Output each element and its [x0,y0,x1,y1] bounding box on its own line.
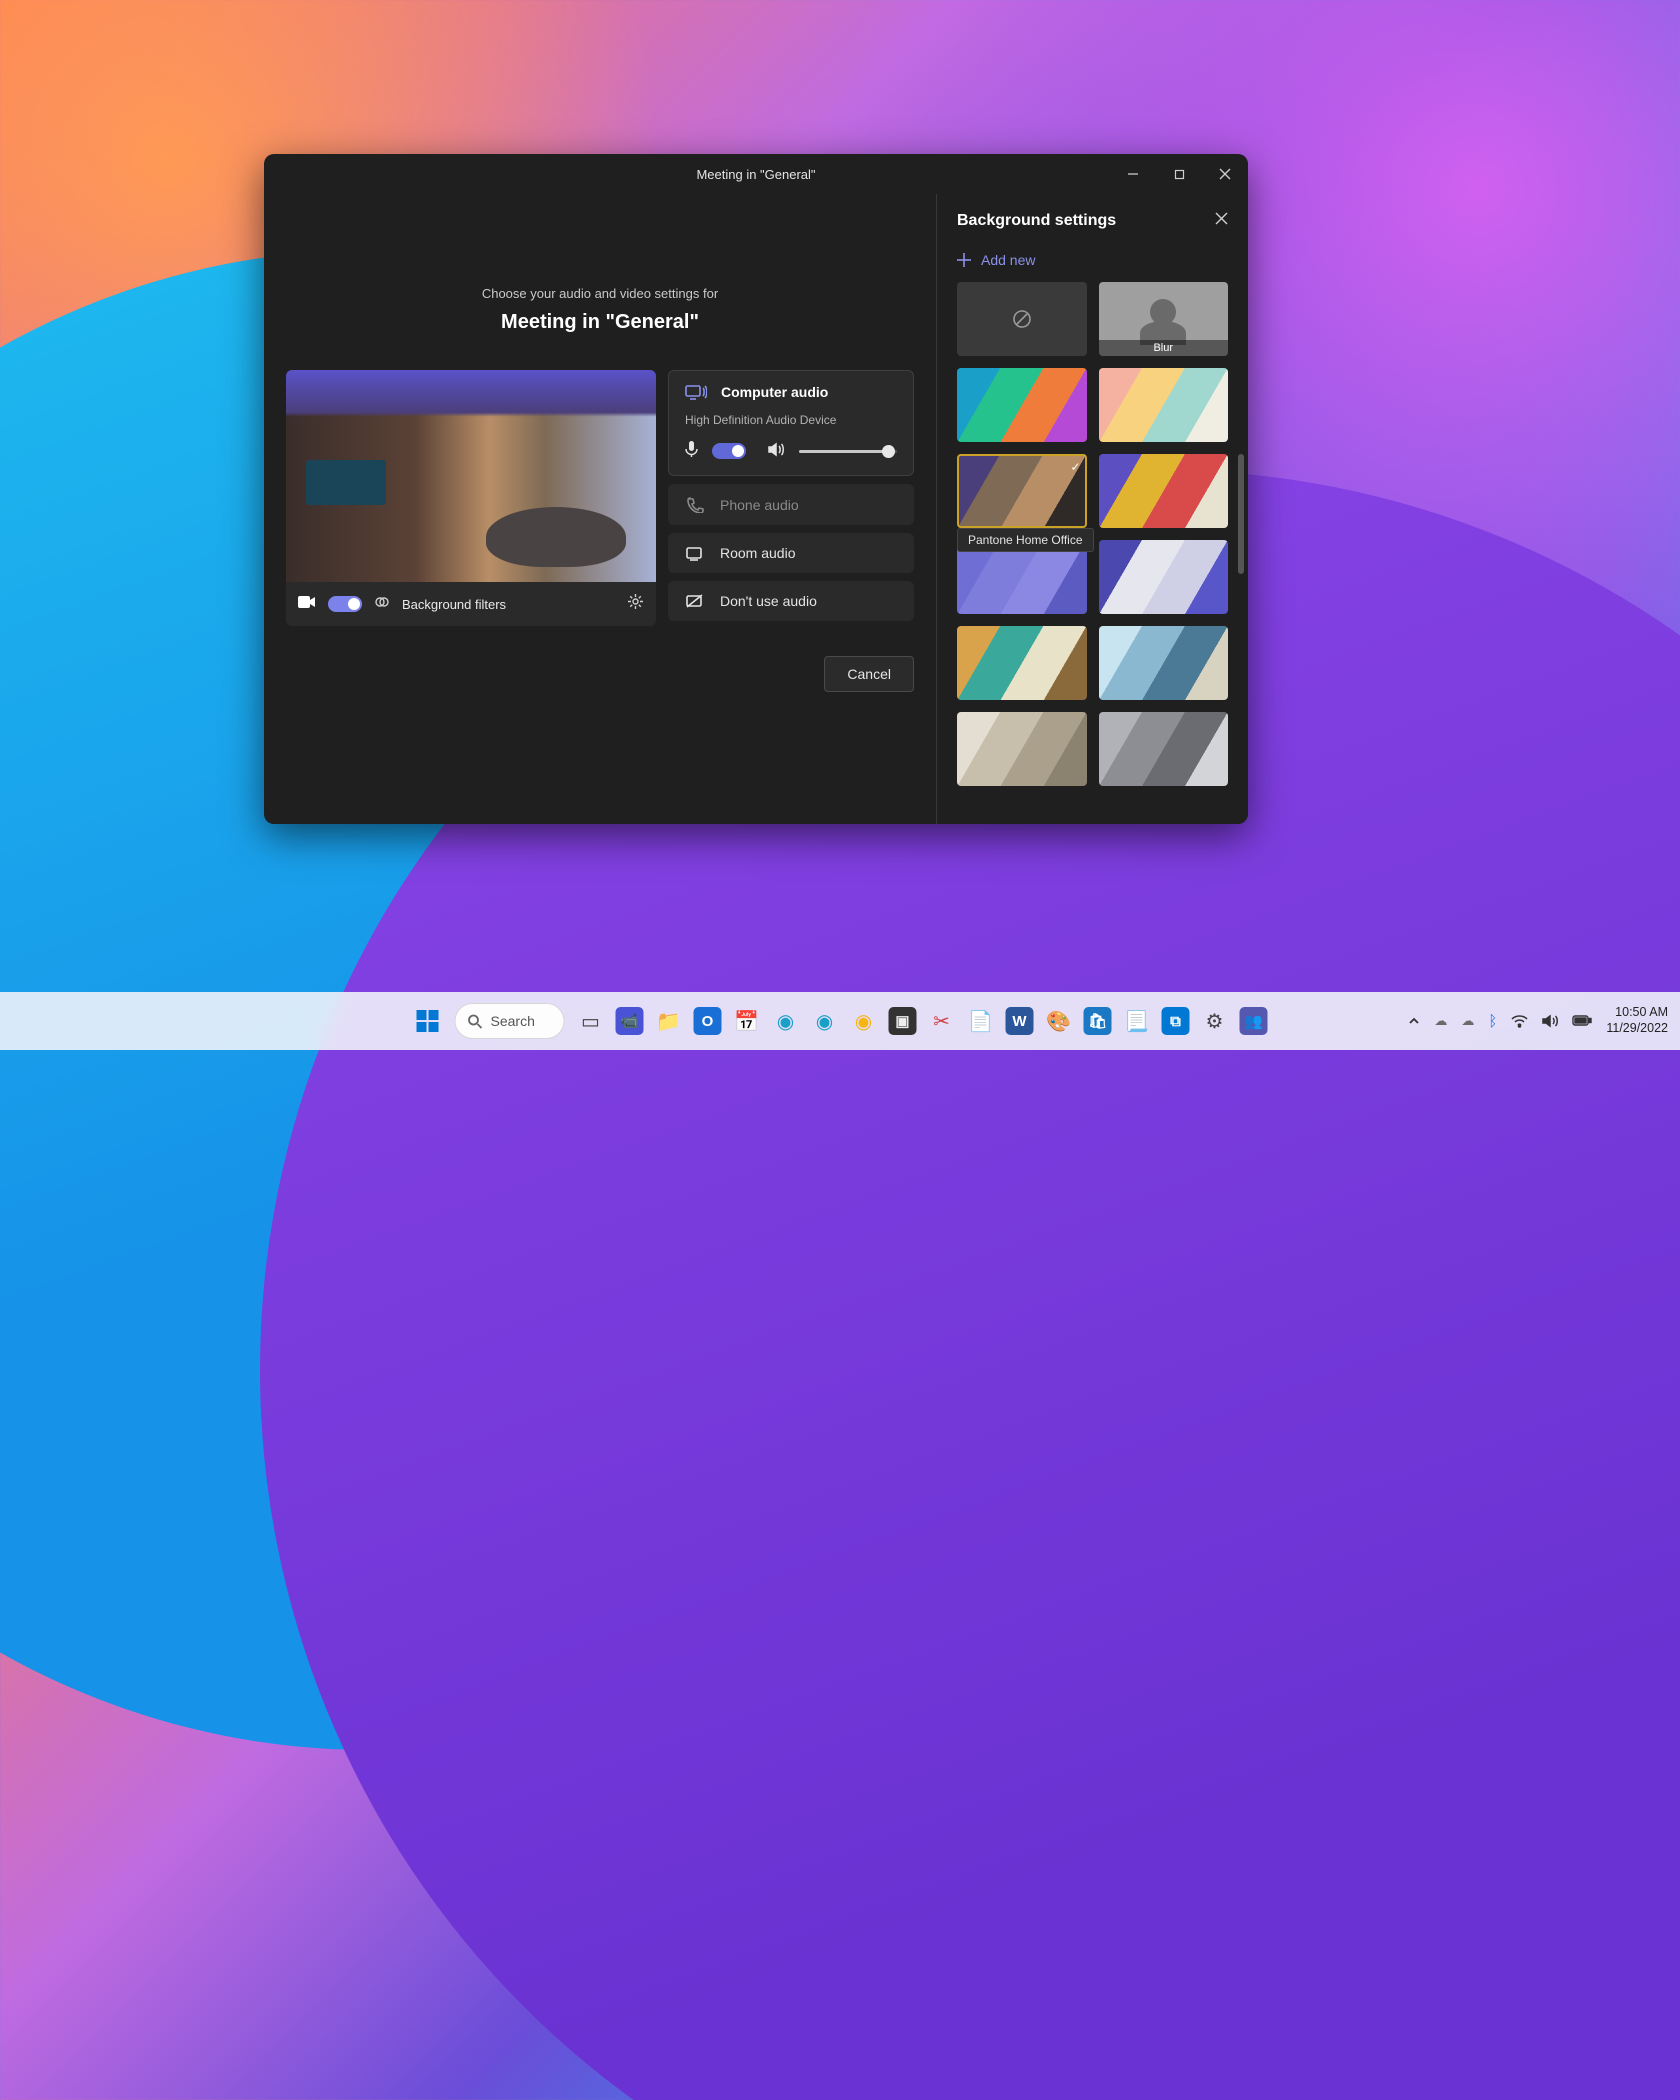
terminal-icon[interactable]: ▣ [885,1003,921,1039]
microphone-toggle[interactable] [712,443,746,459]
close-panel-button[interactable] [1215,212,1228,230]
onedrive-icon[interactable]: ☁ [1434,1013,1447,1029]
no-audio-label: Don't use audio [720,593,817,609]
file-explorer-icon[interactable]: 📁 [651,1003,687,1039]
background-option-2[interactable] [957,368,1087,442]
tray-time: 10:50 AM [1606,1005,1668,1021]
computer-audio-label: Computer audio [721,384,828,400]
word-icon[interactable]: W [1002,1003,1038,1039]
background-label: Blur [1099,340,1229,356]
system-tray[interactable]: ☁ ☁ ᛒ 10:50 AM 11/29/2022 [1408,1005,1668,1036]
windows-logo-icon [417,1010,439,1032]
window-buttons [1110,154,1248,194]
background-option-8[interactable] [957,626,1087,700]
edge-beta-icon[interactable]: ◉ [807,1003,843,1039]
taskbar-search[interactable]: Search [455,1003,565,1039]
background-option-0[interactable] [957,282,1087,356]
start-button[interactable] [409,1002,447,1040]
edge-icon[interactable]: ◉ [768,1003,804,1039]
filters-icon [374,594,390,615]
settings-icon[interactable]: ⚙ [1197,1003,1233,1039]
onedrive-sync-icon[interactable]: ☁ [1461,1013,1474,1029]
phone-icon [684,496,706,513]
room-audio-option[interactable]: Room audio [668,533,914,573]
camera-app-icon[interactable]: 📹 [612,1003,648,1039]
audio-options: Computer audio High Definition Audio Dev… [668,370,914,626]
notepad-icon[interactable]: 📄 [963,1003,999,1039]
tray-date: 11/29/2022 [1606,1021,1668,1037]
taskbar: Search ▭📹📁O📅◉◉◉▣✂📄W🎨🛍📃⧉⚙👥 ☁ ☁ ᛒ 10:50 AM… [0,992,1680,1050]
background-settings-title: Background settings [957,212,1116,230]
meeting-name[interactable]: Meeting in "General" [286,311,914,334]
background-option-11[interactable] [1099,712,1229,786]
background-option-1[interactable]: Blur [1099,282,1229,356]
document-icon[interactable]: 📃 [1119,1003,1155,1039]
teams-icon[interactable]: 👥 [1236,1003,1272,1039]
camera-preview: Background filters [286,370,656,626]
background-filters-button[interactable]: Background filters [402,597,506,612]
device-settings-button[interactable] [627,593,644,615]
close-button[interactable] [1202,154,1248,194]
camera-toolbar: Background filters [286,582,656,626]
scrollbar[interactable] [1238,454,1244,574]
avatar-icon [1150,299,1176,325]
titlebar: Meeting in "General" [264,154,1248,194]
room-icon [684,546,706,561]
plus-icon [957,253,971,267]
phone-audio-label: Phone audio [720,497,799,513]
calendar-icon[interactable]: 📅 [729,1003,765,1039]
wifi-icon[interactable] [1511,1014,1528,1028]
battery-icon[interactable] [1572,1015,1592,1027]
task-view-icon[interactable]: ▭ [573,1003,609,1039]
none-icon [1012,309,1032,329]
bluetooth-icon[interactable]: ᛒ [1488,1013,1497,1030]
cancel-button[interactable]: Cancel [824,656,914,692]
prompt-text: Choose your audio and video settings for [286,286,914,301]
paint-icon[interactable]: 🎨 [1041,1003,1077,1039]
background-option-4[interactable]: ✓ [957,454,1087,528]
vscode-icon[interactable]: ⧉ [1158,1003,1194,1039]
snipping-tool-icon[interactable]: ✂ [924,1003,960,1039]
window-title: Meeting in "General" [696,167,815,182]
add-new-label: Add new [981,252,1035,268]
taskbar-search-label: Search [491,1013,535,1029]
microphone-icon [685,441,698,461]
background-option-9[interactable] [1099,626,1229,700]
search-icon [468,1014,483,1029]
volume-slider[interactable] [799,450,897,453]
computer-audio-icon [685,383,707,401]
background-tooltip: Pantone Home Office [957,528,1094,552]
phone-audio-option[interactable]: Phone audio [668,484,914,525]
background-option-5[interactable] [1099,454,1229,528]
edge-canary-icon[interactable]: ◉ [846,1003,882,1039]
check-icon: ✓ [1070,460,1080,474]
background-settings-panel: Background settings Add new Blur ✓ Panton… [936,194,1248,824]
background-option-3[interactable] [1099,368,1229,442]
add-new-background-button[interactable]: Add new [937,244,1248,282]
camera-toggle[interactable] [328,596,362,612]
camera-preview-image [286,370,656,582]
speaker-icon [768,442,785,460]
outlook-icon[interactable]: O [690,1003,726,1039]
background-option-7[interactable] [1099,540,1229,614]
clock[interactable]: 10:50 AM 11/29/2022 [1606,1005,1668,1036]
minimize-button[interactable] [1110,154,1156,194]
main-panel: Choose your audio and video settings for… [264,194,936,824]
camera-icon [298,595,316,614]
volume-tray-icon[interactable] [1542,1014,1558,1028]
tray-chevron-icon[interactable] [1408,1015,1420,1027]
no-audio-option[interactable]: Don't use audio [668,581,914,621]
maximize-button[interactable] [1156,154,1202,194]
teams-prejoin-window: Meeting in "General" Choose your audio a… [264,154,1248,824]
audio-device-name: High Definition Audio Device [685,413,897,427]
computer-audio-option[interactable]: Computer audio High Definition Audio Dev… [668,370,914,476]
no-audio-icon [684,594,706,609]
room-audio-label: Room audio [720,545,796,561]
background-option-10[interactable] [957,712,1087,786]
store-icon[interactable]: 🛍 [1080,1003,1116,1039]
